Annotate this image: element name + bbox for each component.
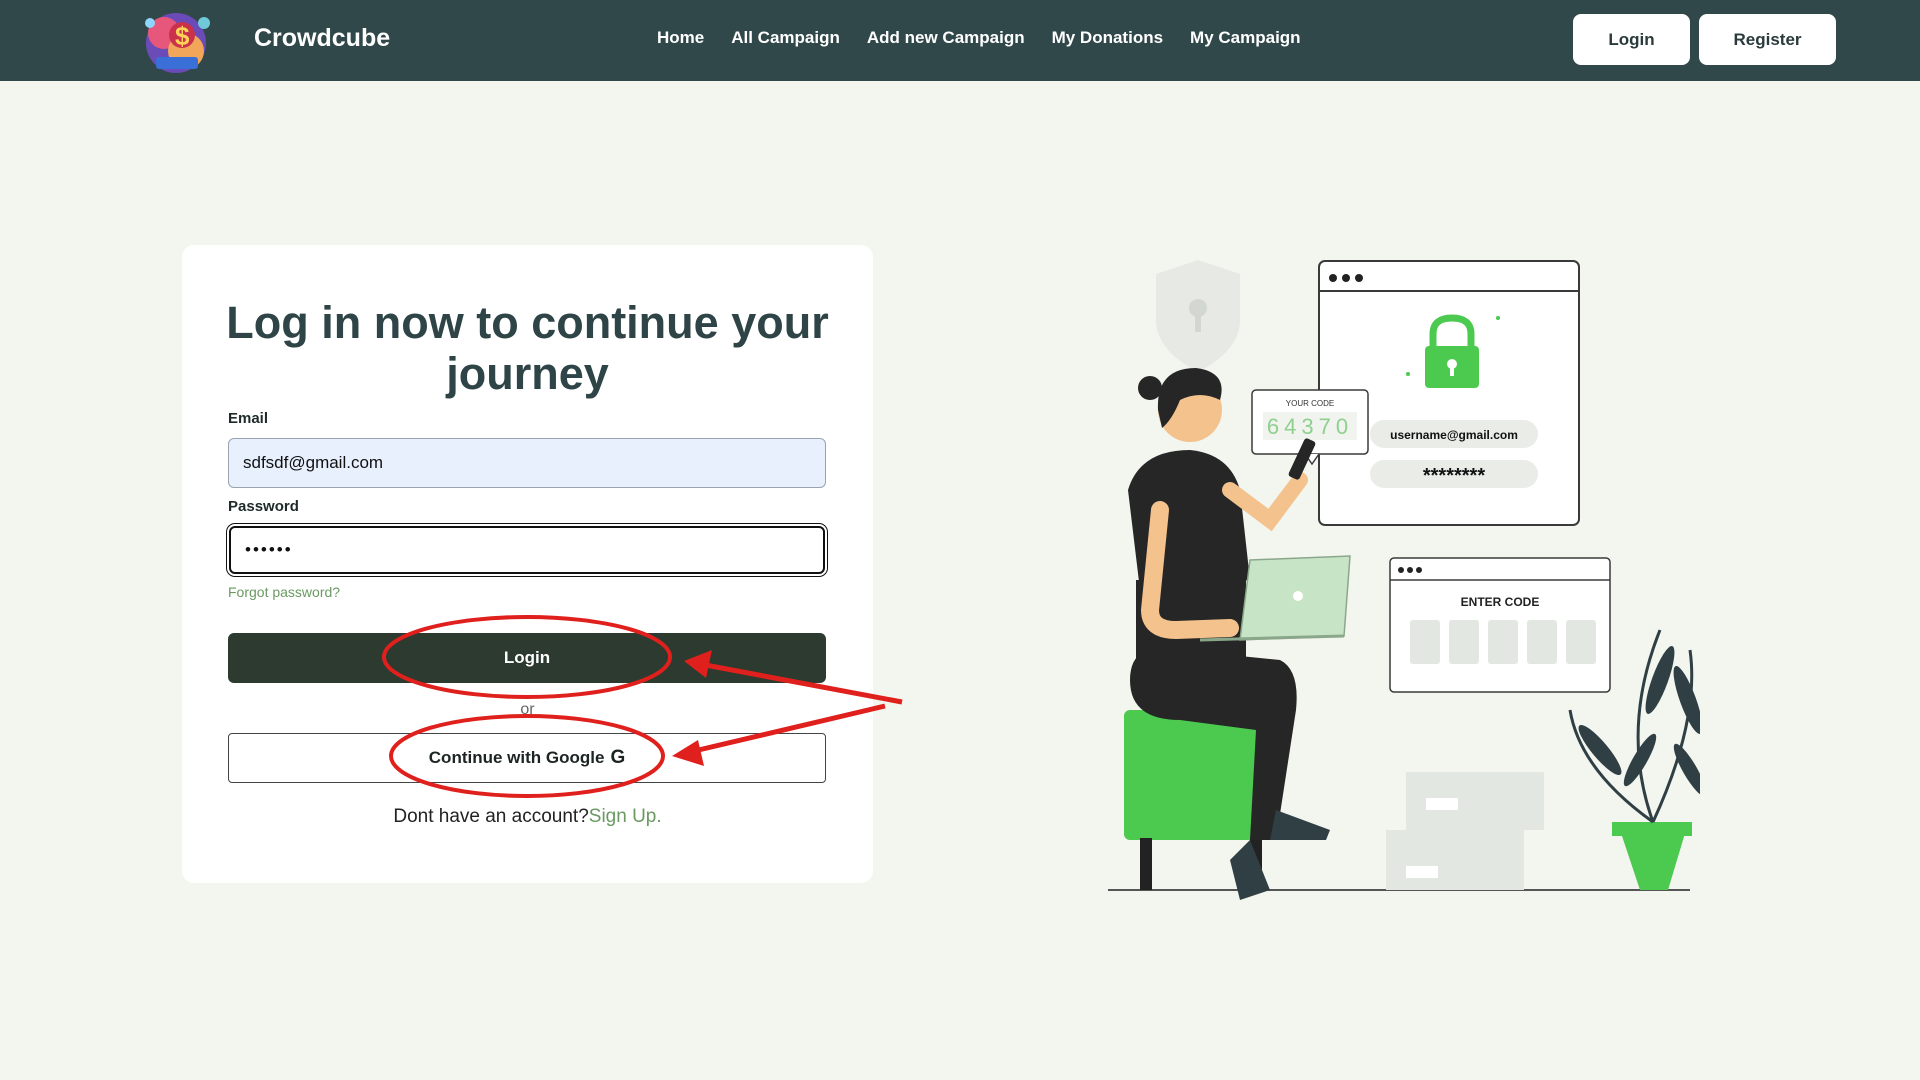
email-input[interactable]: [228, 438, 826, 488]
navbar: $ Crowdcube Home All Campaign Add new Ca…: [0, 0, 1920, 81]
crowdcube-logo-icon[interactable]: $: [134, 5, 222, 75]
sign-up-link[interactable]: Sign Up.: [589, 806, 662, 827]
illustration-enter-code-label: ENTER CODE: [1461, 595, 1540, 609]
continue-with-google-button[interactable]: Continue with Google G: [228, 733, 826, 783]
nav-link-add-new-campaign[interactable]: Add new Campaign: [867, 28, 1025, 48]
brand-name[interactable]: Crowdcube: [254, 24, 390, 53]
illustration-code: 64370: [1267, 414, 1353, 439]
google-icon: G: [610, 747, 626, 768]
illustration-your-code-label: YOUR CODE: [1286, 399, 1334, 408]
forgot-password-link[interactable]: Forgot password?: [228, 584, 340, 600]
nav-link-my-campaign[interactable]: My Campaign: [1190, 28, 1301, 48]
nav-link-home[interactable]: Home: [657, 28, 704, 48]
nav-register-button[interactable]: Register: [1699, 14, 1836, 65]
signup-prompt: Dont have an account?Sign Up.: [182, 806, 873, 828]
password-input[interactable]: [229, 526, 825, 574]
login-security-illustration: username@gmail.com ******** YOUR CODE 64…: [1108, 260, 1700, 900]
password-label: Password: [228, 498, 299, 515]
nav-link-all-campaign[interactable]: All Campaign: [731, 28, 840, 48]
illustration-password-mask: ********: [1423, 465, 1485, 487]
svg-text:$: $: [175, 21, 190, 51]
login-card: Log in now to continue your journey Emai…: [182, 245, 873, 883]
page-title: Log in now to continue your journey: [226, 297, 829, 399]
nav-login-button[interactable]: Login: [1573, 14, 1690, 65]
nav-link-my-donations[interactable]: My Donations: [1052, 28, 1163, 48]
google-button-label: Continue with Google: [428, 748, 605, 767]
email-label: Email: [228, 410, 269, 427]
signup-prompt-text: Dont have an account?: [393, 806, 589, 827]
login-button[interactable]: Login: [228, 633, 826, 683]
illustration-username: username@gmail.com: [1390, 428, 1518, 442]
or-divider: or: [520, 701, 535, 718]
nav-links: Home All Campaign Add new Campaign My Do…: [657, 28, 1301, 48]
